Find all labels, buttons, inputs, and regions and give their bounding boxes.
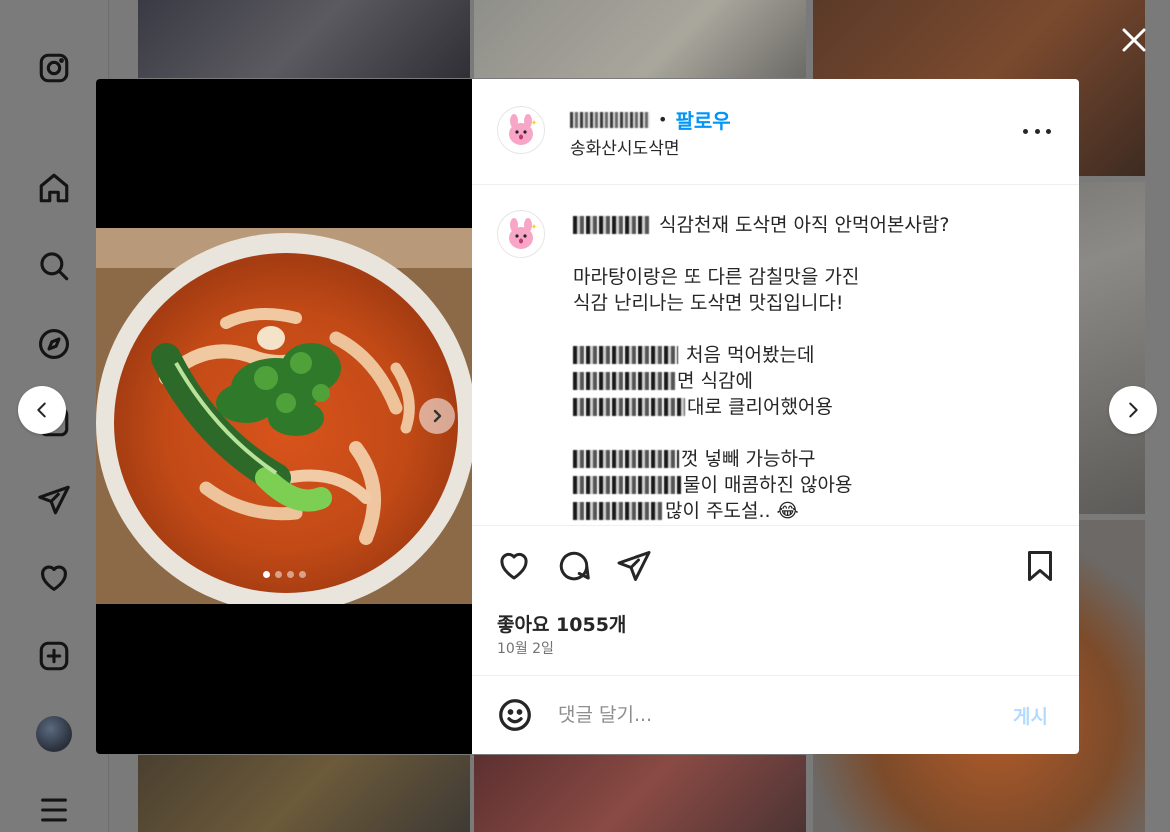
pink-character-avatar-icon — [509, 114, 537, 145]
caption-line: 대로 클리어했어용 — [687, 396, 833, 418]
search-icon[interactable] — [36, 248, 72, 284]
post-actions: 좋아요 1055개 10월 2일 — [472, 525, 1079, 675]
redacted-text — [573, 450, 679, 468]
redacted-text — [573, 476, 681, 494]
share-icon[interactable] — [616, 548, 654, 586]
author-avatar[interactable] — [497, 106, 545, 154]
profile-avatar[interactable] — [36, 716, 72, 752]
notifications-heart-icon[interactable] — [36, 560, 72, 596]
author-username-redacted[interactable] — [570, 111, 650, 128]
pink-character-avatar-icon — [509, 218, 537, 249]
caption-line: 면 식감에 — [677, 370, 753, 392]
messages-icon[interactable] — [36, 482, 72, 518]
post-modal: • 팔로우 송화산시도삭면 식감천재 도삭면 아직 안먹어본사람? 마라탕이랑은… — [96, 79, 1079, 754]
home-icon[interactable] — [36, 170, 72, 206]
caption-username-redacted[interactable] — [573, 216, 651, 234]
previous-post-button[interactable] — [18, 386, 66, 434]
carousel-dot — [298, 571, 306, 578]
follow-button[interactable]: 팔로우 — [675, 105, 730, 134]
caption-line: 처음 먹어봤는데 — [686, 344, 815, 366]
post-details-panel: • 팔로우 송화산시도삭면 식감천재 도삭면 아직 안먹어본사람? 마라탕이랑은… — [472, 79, 1079, 754]
caption-section: 식감천재 도삭면 아직 안먹어본사람? 마라탕이랑은 또 다른 감칠맛을 가진 … — [472, 186, 1079, 525]
chevron-right-icon — [433, 409, 442, 423]
post-photo — [96, 228, 472, 604]
like-heart-icon[interactable] — [496, 548, 534, 586]
chevron-right-icon — [1129, 402, 1138, 418]
grid-post-thumbnail[interactable] — [138, 755, 470, 832]
author-line: • 팔로우 — [570, 105, 731, 134]
post-date[interactable]: 10월 2일 — [497, 638, 554, 658]
redacted-text — [573, 346, 678, 364]
carousel-dot — [262, 571, 270, 578]
save-bookmark-icon[interactable] — [1022, 548, 1060, 586]
caption-line: 껏 넣빼 가능하구 — [681, 448, 816, 470]
post-media — [96, 79, 472, 754]
carousel-dots — [96, 571, 472, 578]
caption-line: 마라탕이랑은 또 다른 감칠맛을 가진 — [573, 266, 860, 288]
redacted-text — [573, 372, 675, 390]
caption-line: 식감 난리나는 도삭면 맛집입니다! — [573, 292, 844, 314]
carousel-next-button[interactable] — [419, 398, 455, 434]
post-comment-button[interactable]: 게시 — [1013, 702, 1048, 729]
post-caption: 식감천재 도삭면 아직 안먹어본사람? 마라탕이랑은 또 다른 감칠맛을 가진 … — [573, 212, 1053, 524]
comment-bar: 게시 — [472, 675, 1079, 754]
caption-line: 많이 주도설.. 😂 — [665, 500, 799, 522]
grid-post-thumbnail[interactable] — [474, 755, 806, 832]
caption-first-line: 식감천재 도삭면 아직 안먹어본사람? — [659, 214, 950, 236]
grid-post-thumbnail[interactable] — [474, 0, 806, 78]
caption-author-avatar[interactable] — [497, 210, 545, 258]
explore-icon[interactable] — [36, 326, 72, 362]
comment-input[interactable] — [558, 700, 988, 730]
carousel-dot — [286, 571, 294, 578]
comment-icon[interactable] — [556, 548, 594, 586]
close-icon[interactable] — [1118, 24, 1150, 56]
create-icon[interactable] — [36, 638, 72, 674]
noodle-soup-photo — [96, 228, 472, 604]
likes-count[interactable]: 좋아요 1055개 — [497, 610, 626, 637]
chevron-left-icon — [37, 402, 46, 418]
caption-line: 물이 매콤하진 않아용 — [683, 474, 853, 496]
carousel-dot — [274, 571, 282, 578]
redacted-text — [573, 502, 663, 520]
menu-icon[interactable] — [36, 792, 72, 828]
post-header: • 팔로우 송화산시도삭면 — [472, 79, 1079, 185]
redacted-text — [573, 398, 685, 416]
separator-dot: • — [658, 110, 668, 129]
emoji-icon[interactable] — [497, 697, 533, 733]
instagram-logo-icon[interactable] — [36, 50, 72, 86]
more-options-icon[interactable] — [1023, 119, 1051, 143]
post-location[interactable]: 송화산시도삭면 — [570, 134, 679, 159]
next-post-button[interactable] — [1109, 386, 1157, 434]
grid-post-thumbnail[interactable] — [138, 0, 470, 78]
